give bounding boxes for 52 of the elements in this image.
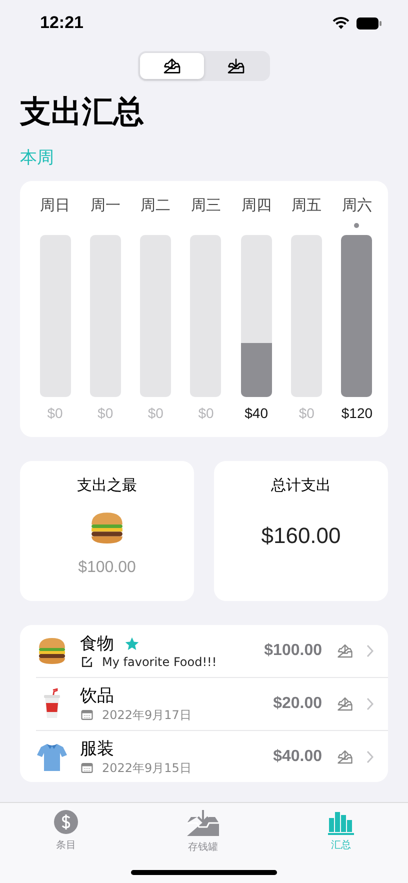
day-label: 周四 — [241, 195, 272, 215]
total-amount: $160.00 — [261, 523, 341, 549]
top-amount: $100.00 — [78, 559, 136, 577]
card-title: 总计支出 — [271, 475, 331, 495]
segment-tab[interactable] — [140, 53, 204, 79]
day-amount: $120 — [341, 405, 373, 421]
edit-icon — [80, 655, 94, 669]
calendar-icon — [80, 708, 94, 722]
day-label: 周三 — [190, 195, 221, 215]
day-label: 周一 — [90, 195, 120, 215]
tray-upload-icon — [162, 56, 182, 76]
burger-icon — [36, 635, 68, 667]
entry-amount: $20.00 — [273, 695, 322, 713]
section-label: 本周 — [20, 147, 55, 169]
tray-upload-icon — [336, 748, 354, 766]
chevron-icon — [366, 750, 374, 764]
day-label: 周五 — [292, 195, 322, 215]
entry-name: 饮品 — [80, 684, 114, 706]
entry-detail: 2022年9月17日 — [102, 706, 192, 724]
entry-amount: $40.00 — [273, 748, 322, 766]
day-label: 周二 — [140, 195, 171, 215]
entry-name: 食物 — [80, 633, 114, 655]
shirt-icon — [36, 741, 68, 773]
day-label: 周六 — [342, 195, 372, 215]
day-amount: $0 — [198, 405, 214, 421]
day-amount: $40 — [244, 405, 268, 421]
tray-upload-icon — [336, 642, 354, 660]
entry-amount: $100.00 — [264, 642, 322, 660]
dollar-icon — [53, 809, 79, 835]
day-amount: $0 — [298, 405, 314, 421]
wifi-icon — [332, 16, 350, 30]
tray-upload-icon — [336, 695, 354, 713]
battery-icon — [356, 16, 382, 30]
card-title: 支出之最 — [77, 475, 137, 495]
chevron-icon — [366, 697, 374, 711]
day-amount: $0 — [47, 405, 63, 421]
day-amount: $0 — [148, 405, 164, 421]
entry-detail: My favorite Food!!! — [102, 655, 217, 669]
entry-detail: 2022年9月15日 — [102, 760, 192, 776]
entry-name: 服装 — [80, 738, 114, 760]
entry-row[interactable]: 服装 2022年9月15日 $40.00 — [36, 731, 388, 782]
entry-row[interactable]: 饮品 2022年9月17日 $20.00 — [36, 678, 388, 731]
day-label: 周日 — [40, 195, 70, 215]
chevron-icon — [366, 644, 374, 658]
status-time: 12:21 — [40, 13, 84, 33]
calendar-icon — [80, 761, 94, 775]
page-title: 支出汇总 — [20, 93, 145, 132]
tray-download-icon — [185, 809, 221, 837]
tray-download-icon — [226, 56, 246, 76]
bar-chart-icon — [327, 809, 355, 835]
entry-row[interactable]: 食物 My favorite Food!!! $100.00 — [36, 625, 388, 678]
day-amount: $0 — [98, 405, 114, 421]
